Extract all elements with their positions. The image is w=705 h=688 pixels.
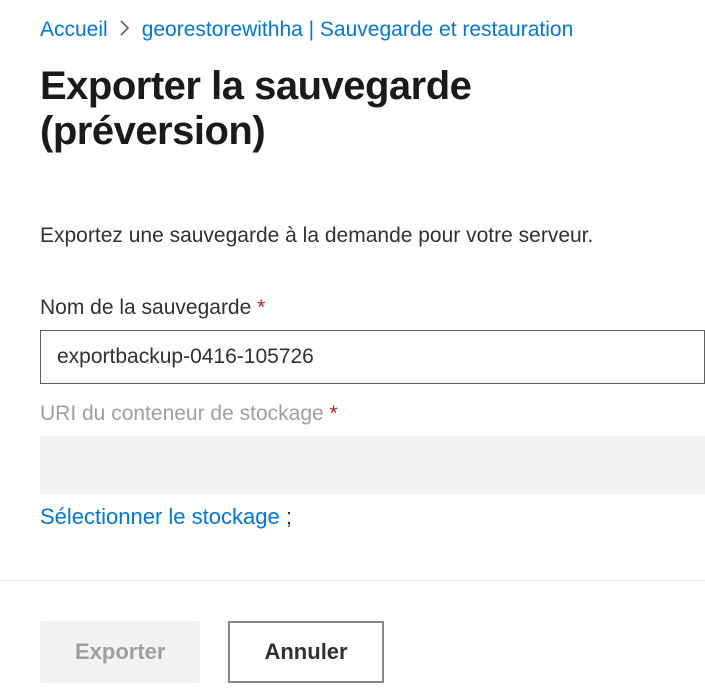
breadcrumb-home[interactable]: Accueil [40,18,108,42]
footer-actions: Exporter Annuler [0,580,705,683]
select-storage-link[interactable]: Sélectionner le stockage [40,504,280,529]
backup-name-group: Nom de la sauvegarde * [40,296,705,384]
breadcrumb-resource[interactable]: georestorewithha | Sauvegarde et restaur… [142,18,574,42]
backup-name-field[interactable] [40,330,705,384]
breadcrumb: Accueil georestorewithha | Sauvegarde et… [40,18,705,42]
storage-uri-group: URI du conteneur de stockage * Sélection… [40,402,705,530]
select-storage-row: Sélectionner le stockage ; [40,504,705,530]
storage-uri-field [40,436,705,494]
export-button[interactable]: Exporter [40,621,200,683]
page-title: Exporter la sauvegarde (préversion) [40,64,705,154]
backup-name-label: Nom de la sauvegarde * [40,296,705,320]
cancel-button[interactable]: Annuler [228,621,383,683]
required-indicator: * [330,402,338,425]
required-indicator: * [257,296,265,319]
chevron-right-icon [120,20,130,41]
page-description: Exportez une sauvegarde à la demande pou… [40,224,705,248]
storage-uri-label: URI du conteneur de stockage * [40,402,705,426]
